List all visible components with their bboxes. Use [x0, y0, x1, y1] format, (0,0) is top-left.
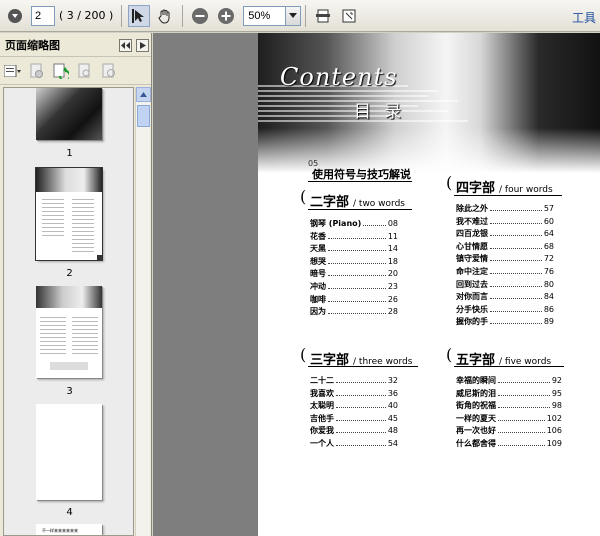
hand-tool-icon[interactable] — [154, 5, 176, 27]
contents-subtitle: 目 录 — [354, 102, 406, 122]
page-thumbnail[interactable]: 不一样来来来来来来 — [36, 524, 102, 535]
panel-toolbar — [0, 57, 151, 85]
tools-menu-link[interactable]: 工具 — [572, 9, 596, 26]
page-properties-icon[interactable] — [99, 62, 119, 80]
list-item[interactable]: 再一次也好 106 — [456, 425, 562, 438]
fit-page-icon[interactable] — [338, 5, 360, 27]
thumbnail-list: 1 2 3 4 不一样来来来来来来 — [3, 87, 134, 536]
list-item[interactable]: 一个人 54 — [310, 438, 398, 451]
pdf-page: Contents 目 录 05 使用符号与技巧解说 ( 二字部 / two wo… — [258, 33, 600, 536]
contents-title: Contents — [280, 63, 398, 91]
list-item[interactable]: 冲动 23 — [310, 281, 398, 294]
list-item[interactable]: 回到过去 80 — [456, 279, 554, 292]
list-item[interactable]: 暗号 20 — [310, 268, 398, 281]
list-item[interactable]: 太聪明 40 — [310, 400, 398, 413]
list-item[interactable]: 因为 28 — [310, 306, 398, 319]
list-item[interactable]: 除此之外 57 — [456, 203, 554, 216]
section-subtitle: / two words — [353, 199, 405, 209]
scroll-up-icon[interactable] — [136, 87, 151, 102]
list-item[interactable]: 威尼斯的泪 95 — [456, 388, 562, 401]
page-thumbnail[interactable] — [36, 88, 102, 140]
list-item[interactable]: 握你的手 89 — [456, 316, 554, 329]
list-item[interactable]: 对你而言 84 — [456, 291, 554, 304]
bracket-decoration: ( — [300, 187, 307, 206]
cover-banner — [258, 33, 600, 173]
list-item[interactable]: 心甘情愿 68 — [456, 241, 554, 254]
list-item[interactable]: 分手快乐 86 — [456, 304, 554, 317]
section-title: 四字部 — [456, 181, 496, 196]
thumbnail-panel: 页面缩略图 1 2 3 4 不一样来来来来来来 — [0, 33, 152, 536]
divider — [454, 195, 562, 196]
entry-list: 除此之外 57 我不难过 60 四百龙银 64 心甘情愿 68 镇守爱情 72 命中注定 7… — [456, 203, 554, 329]
list-item[interactable]: 街角的祝福 98 — [456, 400, 562, 413]
thumbnail-label: 1 — [66, 148, 73, 159]
expand-panel-icon[interactable] — [136, 39, 149, 52]
zoom-select[interactable] — [243, 5, 302, 26]
page-thumbnail[interactable] — [36, 286, 102, 378]
scroll-thumb[interactable] — [137, 105, 150, 127]
bracket-decoration: ( — [446, 345, 453, 364]
thumbnail-label: 2 — [66, 268, 73, 279]
thumbnail-scrollbar[interactable] — [135, 87, 151, 536]
list-item[interactable]: 二十二 32 — [310, 375, 398, 388]
list-item[interactable]: 我喜欢 36 — [310, 388, 398, 401]
list-item[interactable]: 花香 11 — [310, 231, 398, 244]
separator — [305, 4, 307, 27]
list-item[interactable]: 幸福的瞬间 92 — [456, 375, 562, 388]
entry-list: 幸福的瞬间 92 威尼斯的泪 95 街角的祝福 98 一样的夏天 102 再一次也好 10… — [456, 375, 562, 451]
panel-title: 页面缩略图 — [5, 38, 60, 52]
list-item[interactable]: 什么都舍得 109 — [456, 438, 562, 451]
section-title: 二字部 — [310, 195, 350, 210]
divider — [454, 366, 564, 367]
entry-list: 二十二 32 我喜欢 36 太聪明 40 吉他手 45 你爱我 48 一个人 54 — [310, 375, 398, 451]
thumbnail-label: 4 — [66, 507, 73, 518]
divider — [308, 366, 418, 367]
list-item[interactable]: 天黑 14 — [310, 243, 398, 256]
page-thumbnail[interactable] — [36, 404, 102, 500]
divider — [308, 181, 412, 182]
zoom-in-icon[interactable] — [215, 5, 237, 27]
thumbnail-label: 3 — [66, 386, 73, 397]
section-header: 四字部 / four words — [456, 177, 553, 196]
chevron-down-icon[interactable] — [285, 5, 302, 26]
list-item[interactable]: 钢琴 (Piano) 08 — [310, 218, 398, 231]
list-item[interactable]: 你爱我 48 — [310, 425, 398, 438]
thumbnail-caption: 不一样来来来来来来 — [42, 528, 78, 533]
entry-list: 钢琴 (Piano) 08 花香 11 天黑 14 想哭 18 暗号 20 冲动 23 咖啡… — [310, 218, 398, 319]
page-thumbnail[interactable] — [35, 167, 103, 261]
bracket-decoration: ( — [446, 173, 453, 192]
section-header: 二字部 / two words — [310, 191, 405, 210]
collapse-panel-icon[interactable] — [119, 39, 132, 52]
fit-width-icon[interactable] — [312, 5, 334, 27]
separator — [121, 4, 123, 27]
list-item[interactable]: 镇守爱情 72 — [456, 253, 554, 266]
toolbar: ( 3 / 200 ) 工具 — [0, 0, 600, 32]
delete-page-icon[interactable] — [27, 62, 47, 80]
zoom-input[interactable] — [243, 5, 286, 26]
list-item[interactable]: 命中注定 76 — [456, 266, 554, 279]
print-page-icon[interactable] — [75, 62, 95, 80]
options-menu-icon[interactable] — [3, 62, 23, 80]
list-item[interactable]: 一样的夏天 102 — [456, 413, 562, 426]
panel-header: 页面缩略图 — [0, 33, 151, 57]
list-item[interactable]: 我不难过 60 — [456, 216, 554, 229]
down-arrow-icon[interactable] — [4, 5, 26, 27]
list-item[interactable]: 咖啡 26 — [310, 294, 398, 307]
page-number-input[interactable] — [31, 5, 55, 26]
page-total: ( 3 / 200 ) — [59, 9, 114, 22]
list-item[interactable]: 想哭 18 — [310, 256, 398, 269]
select-cursor-icon[interactable] — [128, 4, 151, 27]
document-view[interactable]: Contents 目 录 05 使用符号与技巧解说 ( 二字部 / two wo… — [153, 33, 600, 536]
list-item[interactable]: 四百龙银 64 — [456, 228, 554, 241]
rotate-page-icon[interactable] — [51, 62, 71, 80]
separator — [182, 4, 184, 27]
bracket-decoration: ( — [300, 345, 307, 364]
section-subtitle: / four words — [499, 185, 553, 195]
zoom-out-icon[interactable] — [189, 5, 211, 27]
divider — [308, 209, 412, 210]
usage-title: 使用符号与技巧解说 — [312, 168, 411, 181]
list-item[interactable]: 吉他手 45 — [310, 413, 398, 426]
